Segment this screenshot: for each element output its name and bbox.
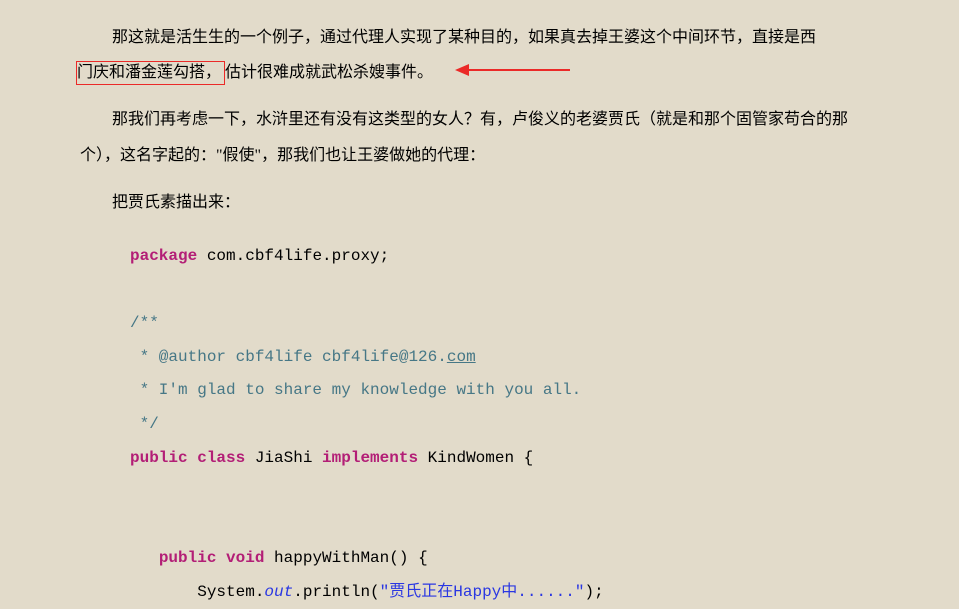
keyword-package: package [130,247,197,265]
println-open: .println( [293,583,379,601]
code-line-blank [130,509,879,543]
println-close: ); [584,583,603,601]
code-line-blank [130,274,879,308]
para1-text-a: 那这就是活生生的一个例子，通过代理人实现了某种目的，如果真去掉王婆这个中间环节，… [112,29,816,46]
keyword-public: public [130,449,188,467]
package-name: com.cbf4life.proxy; [197,247,389,265]
code-line-class-decl: public class JiaShi implements KindWomen… [130,442,879,476]
code-line-method-decl: public void happyWithMan() { [130,542,879,576]
code-line-comment-desc: * I'm glad to share my knowledge with yo… [130,374,879,408]
code-line-package: package com.cbf4life.proxy; [130,240,879,274]
para1-box-text: 门庆和潘金莲勾搭， [77,64,221,81]
code-block: package com.cbf4life.proxy; /** * @autho… [130,240,879,609]
keyword-class: class [188,449,246,467]
paragraph-3: 把贾氏素描出来： [80,185,879,220]
highlighted-text: 门庆和潘金莲勾搭， [76,61,225,85]
string-literal: "贾氏正在Happy中......" [380,583,585,601]
keyword-public: public [159,549,217,567]
indent-pad [130,549,159,567]
code-line-comment-author: * @author cbf4life cbf4life@126.com [130,341,879,375]
field-out: out [264,583,293,601]
code-line-comment-open: /** [130,307,879,341]
para3-text: 把贾氏素描出来： [112,194,240,211]
document-body: 那这就是活生生的一个例子，通过代理人实现了某种目的，如果真去掉王婆这个中间环节，… [0,0,959,609]
code-line-blank [130,475,879,509]
class-name: JiaShi [245,449,312,467]
link-com[interactable]: com [447,348,476,366]
para1-text-b: 估计很难成就武松杀嫂事件。 [225,64,433,81]
red-arrow-icon [455,60,575,80]
keyword-implements: implements [312,449,418,467]
comment-author-text: * @author cbf4life cbf4life@126. [130,348,447,366]
code-line-comment-close: */ [130,408,879,442]
code-line-println: System.out.println("贾氏正在Happy中......"); [130,576,879,609]
para2-text: 那我们再考虑一下，水浒里还有没有这类型的女人？有，卢俊义的老婆贾氏（就是和那个固… [80,111,848,163]
keyword-void: void [216,549,264,567]
interface-name: KindWomen { [418,449,533,467]
paragraph-2: 那我们再考虑一下，水浒里还有没有这类型的女人？有，卢俊义的老婆贾氏（就是和那个固… [80,102,879,172]
method-name: happyWithMan() { [264,549,427,567]
system-prefix: System. [130,583,264,601]
